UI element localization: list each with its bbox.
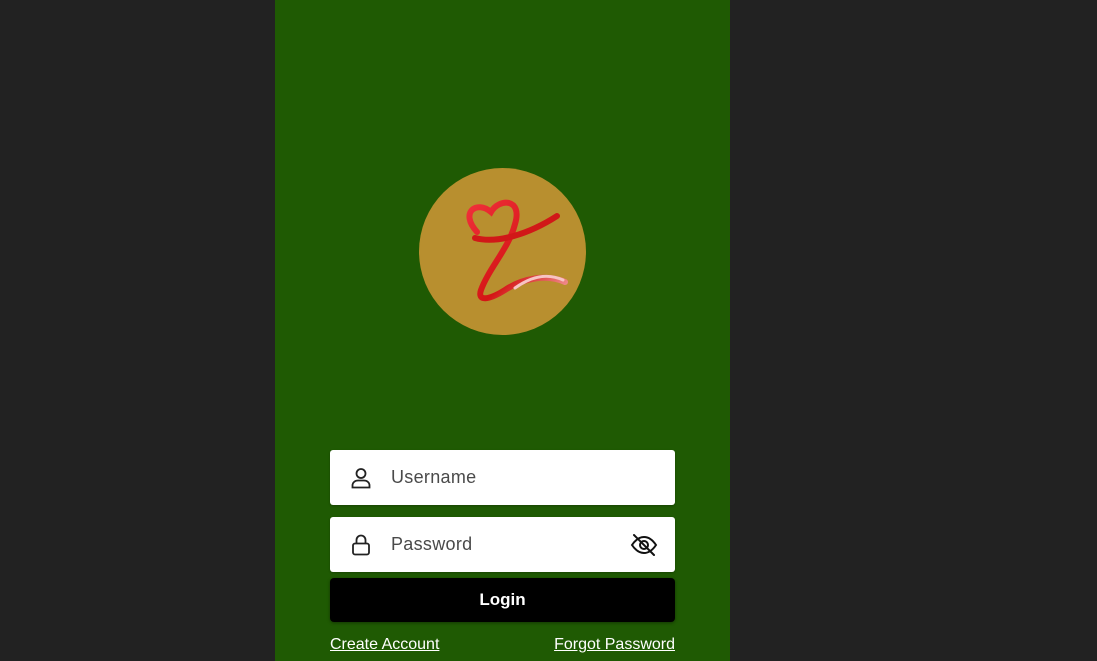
create-account-link[interactable]: Create Account xyxy=(330,636,439,654)
username-input[interactable] xyxy=(391,450,675,505)
heart-ribbon-logo xyxy=(466,199,568,302)
password-input[interactable] xyxy=(391,517,629,572)
password-field[interactable] xyxy=(330,517,675,572)
app-logo xyxy=(419,168,586,335)
username-field[interactable] xyxy=(330,450,675,505)
lock-icon xyxy=(349,533,373,557)
forgot-password-link[interactable]: Forgot Password xyxy=(554,636,675,654)
eye-off-icon[interactable] xyxy=(629,530,659,560)
login-button[interactable]: Login xyxy=(330,578,675,622)
user-icon xyxy=(349,466,373,490)
login-screen: Login Create Account Forgot Password xyxy=(275,0,730,661)
